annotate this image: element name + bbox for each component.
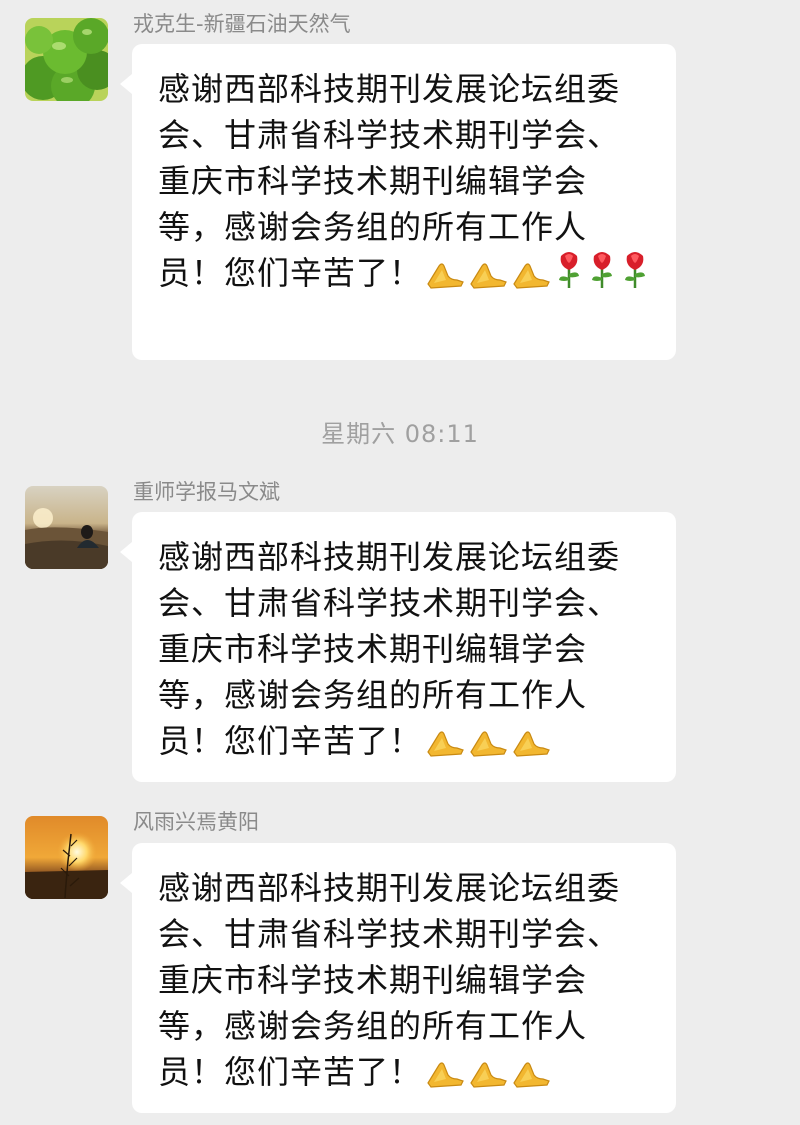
message-text: 感谢西部科技期刊发展论坛组委会、甘肃省科学技术期刊学会、重庆市科学技术期刊编辑学… [158, 865, 652, 1101]
sunset-landscape-icon [25, 816, 108, 899]
rose-icon [554, 250, 584, 302]
folded-hands-icon [425, 724, 465, 770]
folded-hands-icon [468, 724, 508, 770]
sender-name: 风雨兴焉黄阳 [133, 810, 259, 834]
message-text: 感谢西部科技期刊发展论坛组委会、甘肃省科学技术期刊学会、重庆市科学技术期刊编辑学… [158, 534, 652, 770]
message-bubble[interactable]: 感谢西部科技期刊发展论坛组委会、甘肃省科学技术期刊学会、重庆市科学技术期刊编辑学… [120, 512, 676, 782]
folded-hands-icon [468, 256, 508, 302]
message-text: 感谢西部科技期刊发展论坛组委会、甘肃省科学技术期刊学会、重庆市科学技术期刊编辑学… [158, 66, 652, 302]
avatar-green-apples[interactable] [25, 18, 108, 101]
message-bubble[interactable]: 感谢西部科技期刊发展论坛组委会、甘肃省科学技术期刊学会、重庆市科学技术期刊编辑学… [120, 843, 676, 1113]
folded-hands-icon [511, 256, 551, 302]
folded-hands-icon [511, 1055, 551, 1101]
chat-timestamp: 星期六 08:11 [321, 420, 479, 448]
folded-hands-icon [425, 1055, 465, 1101]
emoji-group [422, 1053, 551, 1091]
folded-hands-icon [468, 1055, 508, 1101]
emoji-group [422, 722, 551, 760]
sender-name: 戎克生-新疆石油天然气 [133, 12, 351, 36]
green-apples-icon [25, 18, 108, 101]
avatar-sunset-grass[interactable] [25, 816, 108, 899]
folded-hands-icon [511, 724, 551, 770]
desert-landscape-icon [25, 486, 108, 569]
sender-name: 重师学报马文斌 [133, 480, 280, 504]
avatar-desert-sitter[interactable] [25, 486, 108, 569]
emoji-group [422, 252, 650, 292]
rose-icon [587, 250, 617, 302]
rose-icon [620, 250, 650, 302]
folded-hands-icon [425, 256, 465, 302]
message-bubble[interactable]: 感谢西部科技期刊发展论坛组委会、甘肃省科学技术期刊学会、重庆市科学技术期刊编辑学… [120, 44, 676, 360]
